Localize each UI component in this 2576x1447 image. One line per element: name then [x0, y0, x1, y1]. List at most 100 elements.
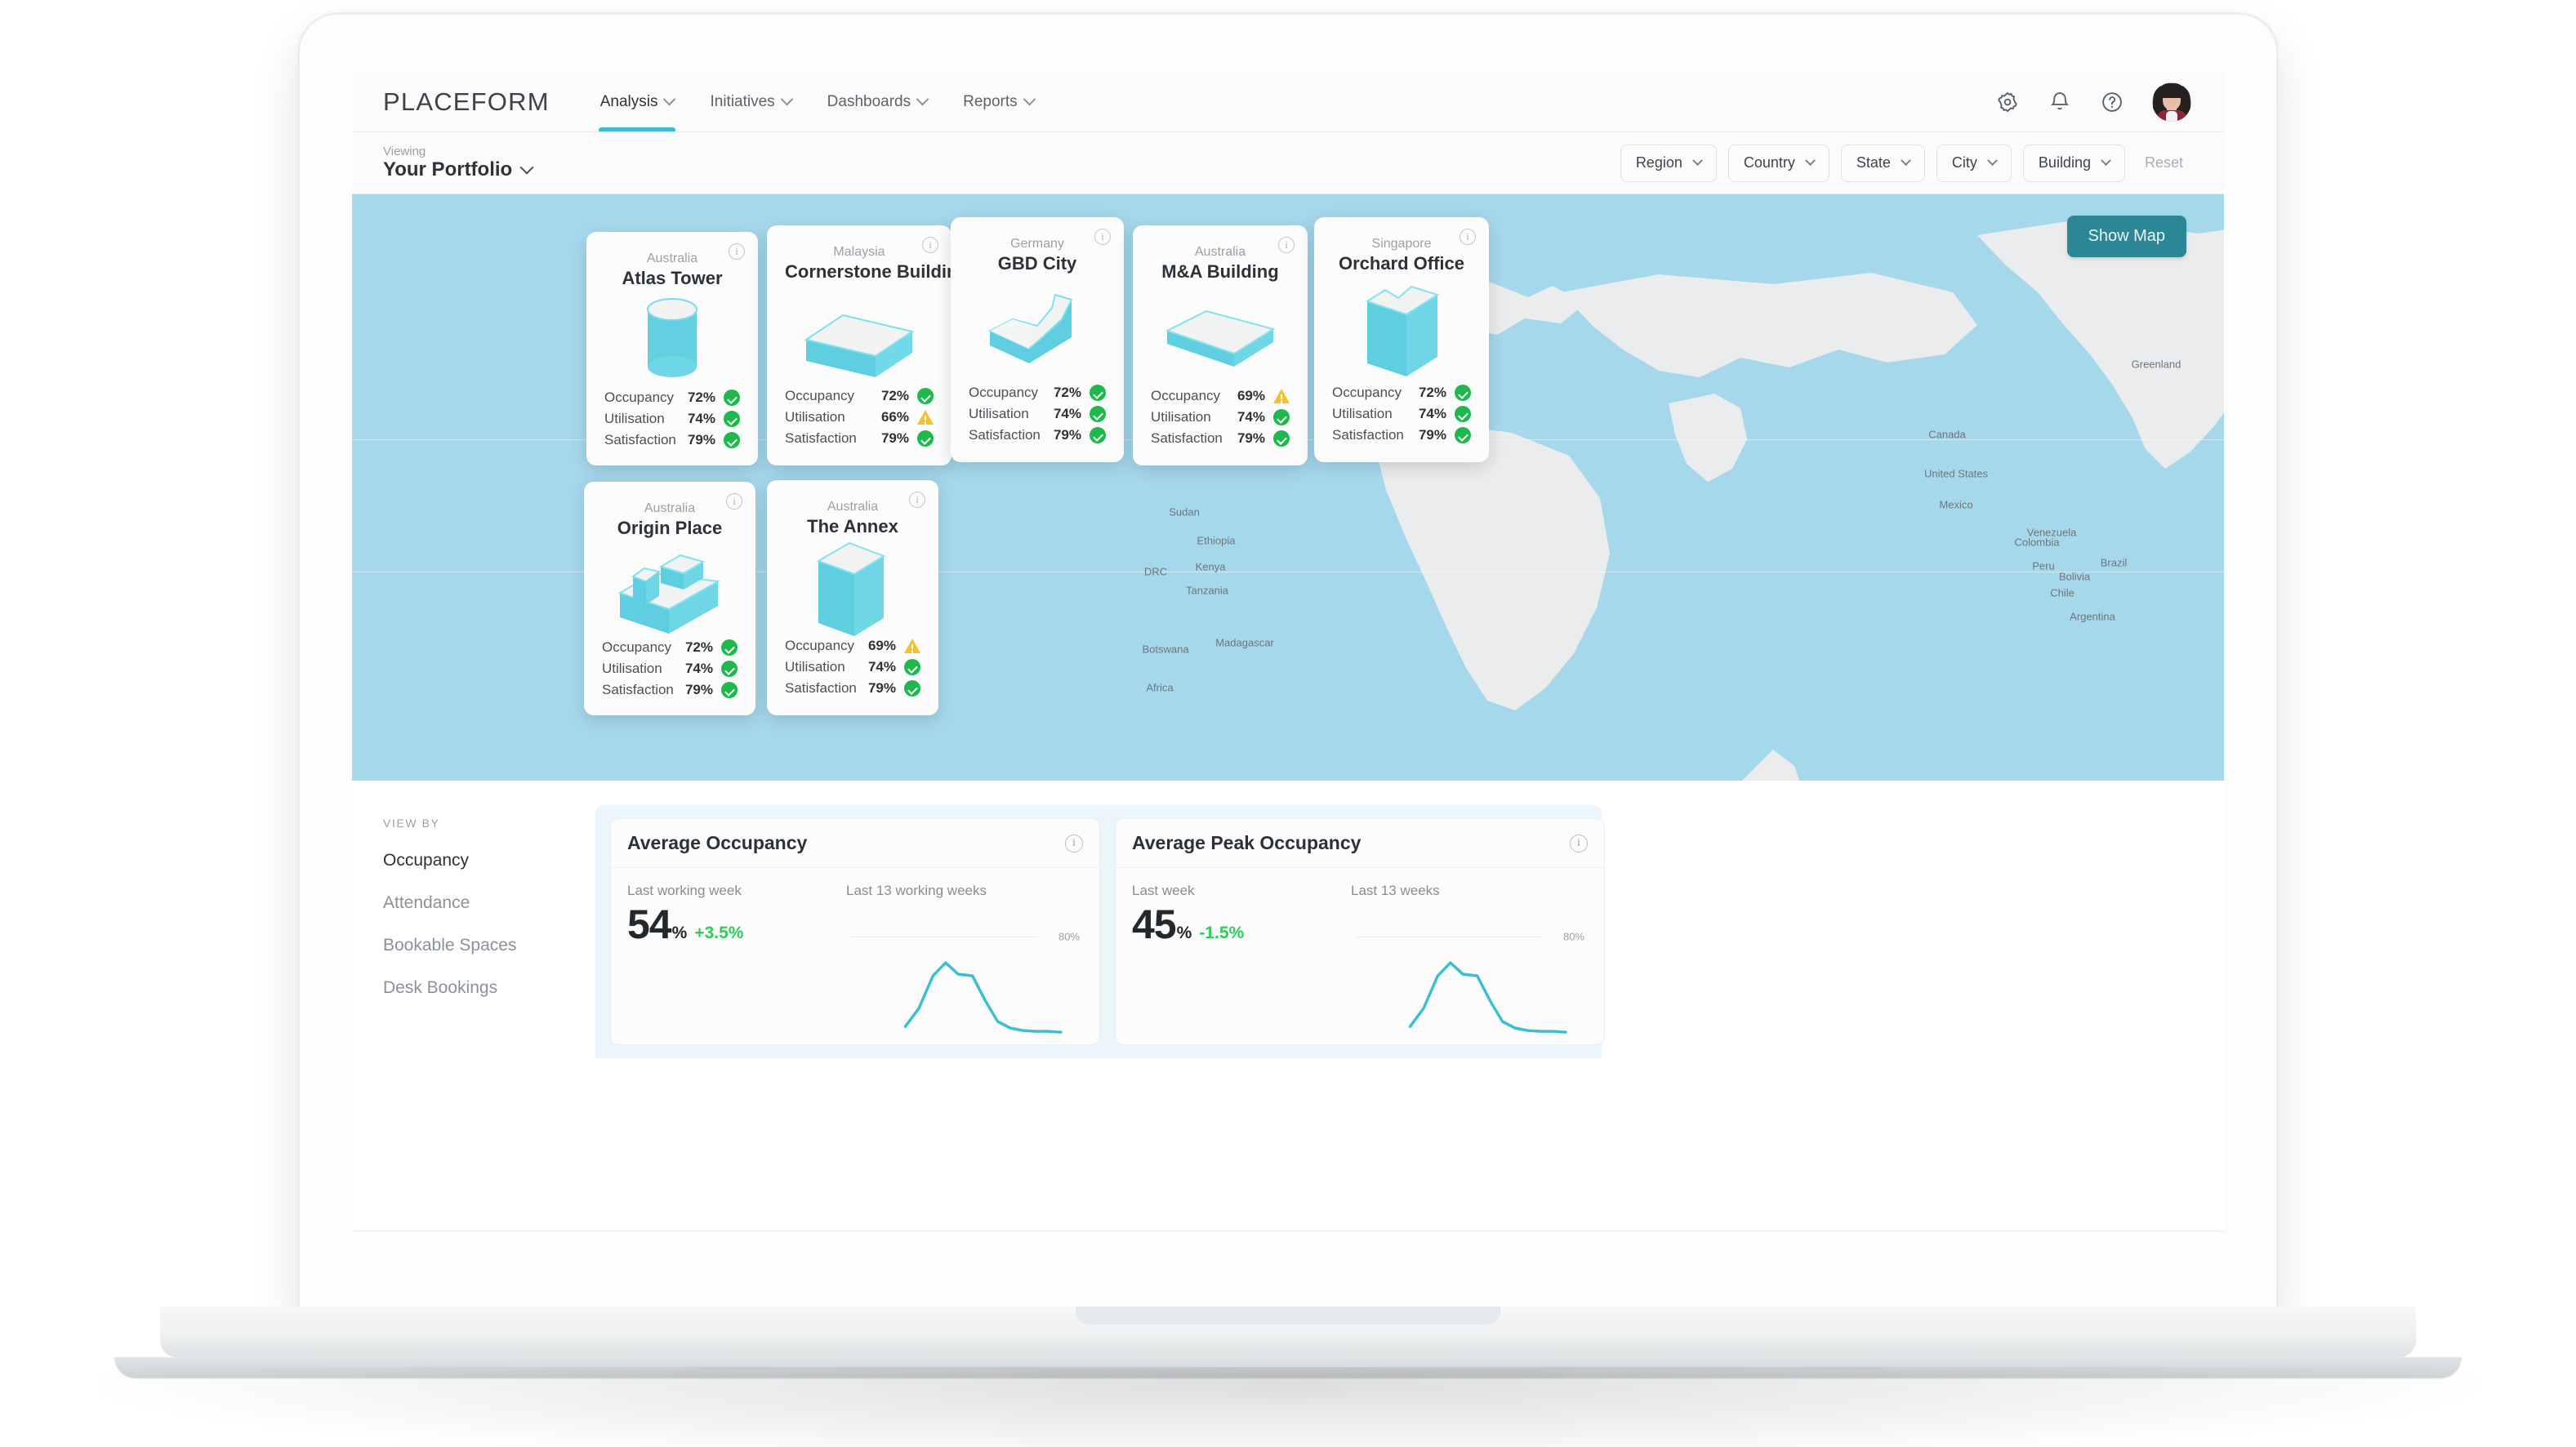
metric-value: 72%: [1418, 385, 1446, 400]
card-metrics: Occupancy 72% Utilisation 74% Satisfacti…: [602, 637, 738, 701]
metric-label: Utilisation: [604, 411, 665, 426]
nav-label-dashboards: Dashboards: [827, 92, 911, 110]
building-card-origin-place[interactable]: i Australia Origin Place Occupancy 72% U…: [584, 482, 755, 715]
nav-item-dashboards[interactable]: Dashboards: [809, 72, 945, 131]
kpi-value: 45: [1132, 902, 1177, 947]
building-3d-shape-podium-complex: [602, 539, 738, 637]
metric-label: Utilisation: [785, 659, 845, 675]
info-icon[interactable]: i: [1278, 237, 1295, 253]
avatar[interactable]: [2152, 82, 2191, 122]
building-card-gbd-city[interactable]: i Germany GBD City Occupancy 72% Utilisa…: [951, 217, 1124, 462]
building-3d-shape-notched-block: [1332, 274, 1471, 382]
bell-icon[interactable]: [2048, 90, 2072, 114]
metric-value: 74%: [1053, 406, 1081, 421]
building-card-orchard-office[interactable]: i Singapore Orchard Office Occupancy 72%…: [1314, 217, 1489, 462]
avatar-hair-top: [2158, 82, 2186, 98]
sparkline-chart-average-occupancy: 80%: [846, 904, 1083, 1035]
metric-value: 74%: [1418, 406, 1446, 421]
filter-bar: Viewing Your Portfolio Region Country St…: [352, 132, 2224, 194]
world-map-panel[interactable]: Greenland Canada United States Mexico Venezu…: [352, 194, 2224, 781]
filter-region[interactable]: Region: [1620, 144, 1717, 182]
kpi-value-group: 45 % -1.5%: [1132, 904, 1338, 945]
nav-item-analysis[interactable]: Analysis: [582, 72, 693, 131]
metric-row: Utilisation 66%: [785, 407, 934, 428]
reset-filters-button[interactable]: Reset: [2137, 154, 2191, 171]
info-icon[interactable]: i: [909, 492, 925, 508]
avatar-collar: [2166, 110, 2177, 122]
info-icon[interactable]: i: [726, 493, 742, 510]
metric-value: 79%: [684, 682, 713, 697]
metric-label: Satisfaction: [785, 430, 857, 446]
metric-label: Utilisation: [969, 406, 1029, 421]
metric-label: Utilisation: [602, 661, 662, 676]
metric-label: Occupancy: [969, 385, 1039, 400]
nav-item-initiatives[interactable]: Initiatives: [692, 72, 809, 131]
kpi-header: Average Peak Occupancy i: [1116, 819, 1604, 868]
status-ok-icon: [721, 639, 738, 656]
status-ok-icon: [721, 661, 738, 677]
status-ok-icon: [1090, 427, 1106, 443]
card-country: Australia: [1194, 245, 1246, 259]
info-icon[interactable]: i: [922, 237, 938, 253]
info-icon[interactable]: i: [1094, 229, 1111, 245]
metric-value: 79%: [1418, 427, 1446, 443]
metric-row: Utilisation 74%: [604, 408, 740, 430]
card-metrics: Occupancy 72% Utilisation 74% Satisfacti…: [604, 387, 740, 451]
view-by-item-desk-bookings[interactable]: Desk Bookings: [383, 978, 595, 998]
metric-label: Occupancy: [602, 639, 672, 655]
filter-state[interactable]: State: [1840, 144, 1925, 182]
info-icon[interactable]: i: [1065, 834, 1083, 853]
kpi-value: 54: [627, 902, 672, 947]
chevron-down-icon: [1901, 155, 1911, 167]
metric-value: 69%: [1237, 388, 1265, 403]
viewing-label: Viewing: [383, 145, 426, 159]
nav-item-reports[interactable]: Reports: [945, 72, 1052, 131]
info-icon[interactable]: i: [1460, 229, 1476, 245]
metric-label: Utilisation: [785, 409, 845, 425]
filter-building[interactable]: Building: [2022, 144, 2125, 182]
app-screen: PLACEFORM Analysis Initiatives Dashboard…: [352, 72, 2224, 1231]
chevron-down-icon: [1805, 155, 1816, 167]
building-card-the-annex[interactable]: i Australia The Annex Occupancy 69% Util…: [767, 480, 938, 715]
building-card-ma-building[interactable]: i Australia M&A Building Occupancy 69% U…: [1133, 225, 1308, 465]
status-ok-icon: [1455, 406, 1471, 422]
portfolio-dropdown[interactable]: Your Portfolio: [383, 158, 534, 181]
card-country: Australia: [827, 500, 879, 514]
portfolio-selector: Viewing Your Portfolio: [383, 145, 534, 181]
filter-country[interactable]: Country: [1727, 144, 1829, 182]
building-cards-layer: i Australia Atlas Tower Occupancy 72% Ut…: [352, 194, 2224, 781]
kpi-value-group: 54 % +3.5%: [627, 904, 833, 945]
metric-value: 74%: [867, 659, 896, 675]
filter-country-label: Country: [1743, 154, 1795, 171]
view-by-item-occupancy[interactable]: Occupancy: [383, 851, 595, 870]
metric-value: 66%: [880, 409, 909, 425]
metric-row: Utilisation 74%: [969, 403, 1106, 425]
view-by-item-attendance[interactable]: Attendance: [383, 893, 595, 913]
status-ok-icon: [1090, 406, 1106, 422]
building-card-atlas-tower[interactable]: i Australia Atlas Tower Occupancy 72% Ut…: [586, 232, 758, 465]
info-icon[interactable]: i: [1570, 834, 1588, 853]
metric-value: 74%: [1237, 409, 1265, 425]
chevron-down-icon: [1987, 155, 1998, 167]
sparkline-path: [1408, 961, 1567, 1034]
app-logo[interactable]: PLACEFORM: [383, 87, 550, 117]
help-icon[interactable]: [2100, 90, 2124, 114]
info-icon[interactable]: i: [729, 243, 745, 260]
building-3d-shape-long-bar: [785, 283, 934, 385]
kpi-card-average-peak-occupancy[interactable]: Average Peak Occupancy i Last week 45 % …: [1115, 818, 1605, 1045]
metric-row: Satisfaction 79%: [1332, 425, 1471, 446]
view-by-item-bookable-spaces[interactable]: Bookable Spaces: [383, 936, 595, 955]
metric-label: Satisfaction: [602, 682, 674, 697]
card-country: Singapore: [1371, 237, 1432, 251]
building-card-cornerstone-building[interactable]: i Malaysia Cornerstone Building Occupanc…: [767, 225, 969, 465]
chevron-down-icon: [663, 92, 676, 106]
card-building-name: Cornerstone Building: [785, 261, 969, 282]
gear-icon[interactable]: [1995, 90, 2020, 114]
kpi-card-average-occupancy[interactable]: Average Occupancy i Last working week 54…: [610, 818, 1100, 1045]
view-by-sidebar: VIEW BY Occupancy Attendance Bookable Sp…: [352, 805, 595, 1231]
main-nav: Analysis Initiatives Dashboards Reports: [582, 72, 1052, 131]
filter-city[interactable]: City: [1936, 144, 2012, 182]
building-3d-shape-slab: [1151, 283, 1290, 385]
kpi-summary: Last week 45 % -1.5%: [1132, 883, 1338, 1044]
filter-city-label: City: [1951, 154, 1977, 171]
